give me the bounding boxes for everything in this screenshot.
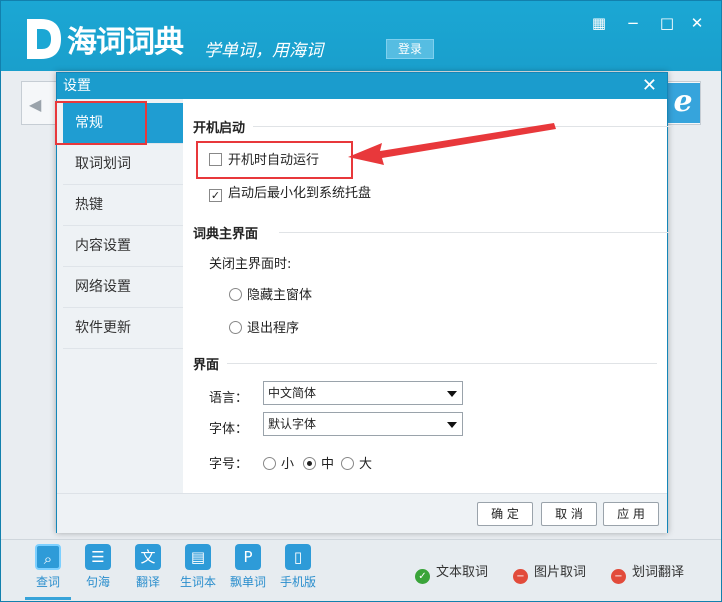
dialog-title-text: 设置 [63,78,91,94]
maximize-icon[interactable]: □ [657,13,677,33]
font-value: 默认字体 [268,417,317,431]
tool-mobile[interactable]: ▯ 手机版 [275,544,321,590]
highlight-box-autorun [196,141,353,179]
sidebar-item-update[interactable]: 软件更新 [63,308,183,349]
dialog-close-icon[interactable]: ✕ [642,73,657,99]
tool-sentences-label: 句海 [85,575,110,589]
sidebar-item-content[interactable]: 内容设置 [63,226,183,267]
font-size-medium-option[interactable]: 中 [303,453,334,472]
hide-window-radio[interactable] [229,288,242,301]
hide-window-label: 隐藏主窗体 [247,288,313,303]
dialog-title: 设置 [57,73,667,99]
font-size-medium-label: 中 [321,457,335,472]
app-title: 海词词典 [67,25,184,60]
language-value: 中文简体 [268,386,317,400]
minus-icon: − [513,569,528,584]
app-slogan: 学单词，用海词 [204,41,323,61]
skin-icon[interactable]: ▦ [589,13,609,33]
sidebar-item-word-capture[interactable]: 取词划词 [63,144,183,185]
check-icon: ✓ [415,569,430,584]
hide-window-option[interactable]: 隐藏主窗体 [229,284,312,303]
close-icon[interactable]: ✕ [687,13,707,33]
tool-translate[interactable]: 文 翻译 [125,544,171,590]
exit-program-radio[interactable] [229,321,242,334]
font-size-small-option[interactable]: 小 [263,453,294,472]
section-title-ui: 界面 [193,358,220,373]
status-text-capture-label: 文本取词 [436,565,489,580]
tool-floating-word[interactable]: P 飘单词 [225,544,271,590]
phone-icon: ▯ [285,544,311,570]
settings-sidebar: 常规 取词划词 热键 内容设置 网络设置 软件更新 [57,99,183,493]
bottom-toolbar: ⌕ 查词 ☰ 句海 文 翻译 ▤ 生词本 P 飘单词 ▯ 手机版 ✓ 文本取词 −… [1,539,721,601]
close-behavior-label: 关闭主界面时: [209,257,292,272]
minimize-icon[interactable]: − [623,13,643,33]
language-label: 语言： [209,391,249,406]
section-title-main-window: 词典主界面 [193,227,259,242]
annotation-arrow-icon [348,123,556,165]
tool-lookup[interactable]: ⌕ 查词 [25,544,71,590]
sidebar-item-hotkeys[interactable]: 热键 [63,185,183,226]
font-select[interactable]: 默认字体 [263,412,463,436]
tool-mobile-label: 手机版 [279,575,316,589]
font-size-label: 字号： [209,457,249,472]
tool-floating-word-label: 飘单词 [229,575,266,589]
minimize-option[interactable]: ✓ 启动后最小化到系统托盘 [209,182,371,202]
status-image-capture-label: 图片取词 [534,565,587,580]
tool-sentences[interactable]: ☰ 句海 [75,544,121,590]
language-select[interactable]: 中文简体 [263,381,463,405]
minimize-label: 启动后最小化到系统托盘 [228,186,372,201]
search-icon: ⌕ [35,544,61,570]
section-divider [279,232,669,233]
floating-word-icon: P [235,544,261,570]
minus-icon: − [611,569,626,584]
status-select-translate-label: 划词翻译 [632,565,685,580]
tool-wordbook-label: 生词本 [179,575,216,589]
section-divider [227,363,657,364]
font-size-medium-radio[interactable] [303,457,316,470]
exit-program-option[interactable]: 退出程序 [229,317,299,336]
cancel-button[interactable]: 取 消 [541,502,597,526]
active-tool-indicator [25,597,71,600]
status-select-translate[interactable]: − 划词翻译 [611,561,684,584]
dropdown-arrow-icon [447,391,457,397]
font-size-small-radio[interactable] [263,457,276,470]
status-image-capture[interactable]: − 图片取词 [513,561,586,584]
apply-button[interactable]: 应 用 [603,502,659,526]
section-title-startup: 开机启动 [193,121,246,136]
logo-icon [27,19,61,59]
font-size-large-option[interactable]: 大 [341,453,372,472]
font-size-large-radio[interactable] [341,457,354,470]
notebook-icon: ▤ [185,544,211,570]
tool-translate-label: 翻译 [135,575,160,589]
sidebar-item-network[interactable]: 网络设置 [63,267,183,308]
tool-lookup-label: 查词 [35,575,60,589]
tool-wordbook[interactable]: ▤ 生词本 [175,544,221,590]
font-size-small-label: 小 [281,457,295,472]
minimize-checkbox[interactable]: ✓ [209,189,222,202]
ok-button[interactable]: 确 定 [477,502,533,526]
dialog-footer: 确 定 取 消 应 用 [57,493,667,533]
font-size-large-label: 大 [359,457,373,472]
exit-program-label: 退出程序 [247,321,300,336]
document-icon: ☰ [85,544,111,570]
highlight-box-general [55,101,147,145]
dropdown-arrow-icon [447,422,457,428]
translate-icon: 文 [135,544,161,570]
back-arrow-icon[interactable]: ◀ [29,95,41,114]
app-window: 海词词典 学单词，用海词 登录 ▦ − □ ✕ ◀ e 设置 ✕ 常规 取词划词… [0,0,722,602]
font-label: 字体： [209,422,249,437]
status-text-capture[interactable]: ✓ 文本取词 [415,561,488,584]
login-button[interactable]: 登录 [386,39,434,59]
browser-icon[interactable]: e [666,83,700,123]
